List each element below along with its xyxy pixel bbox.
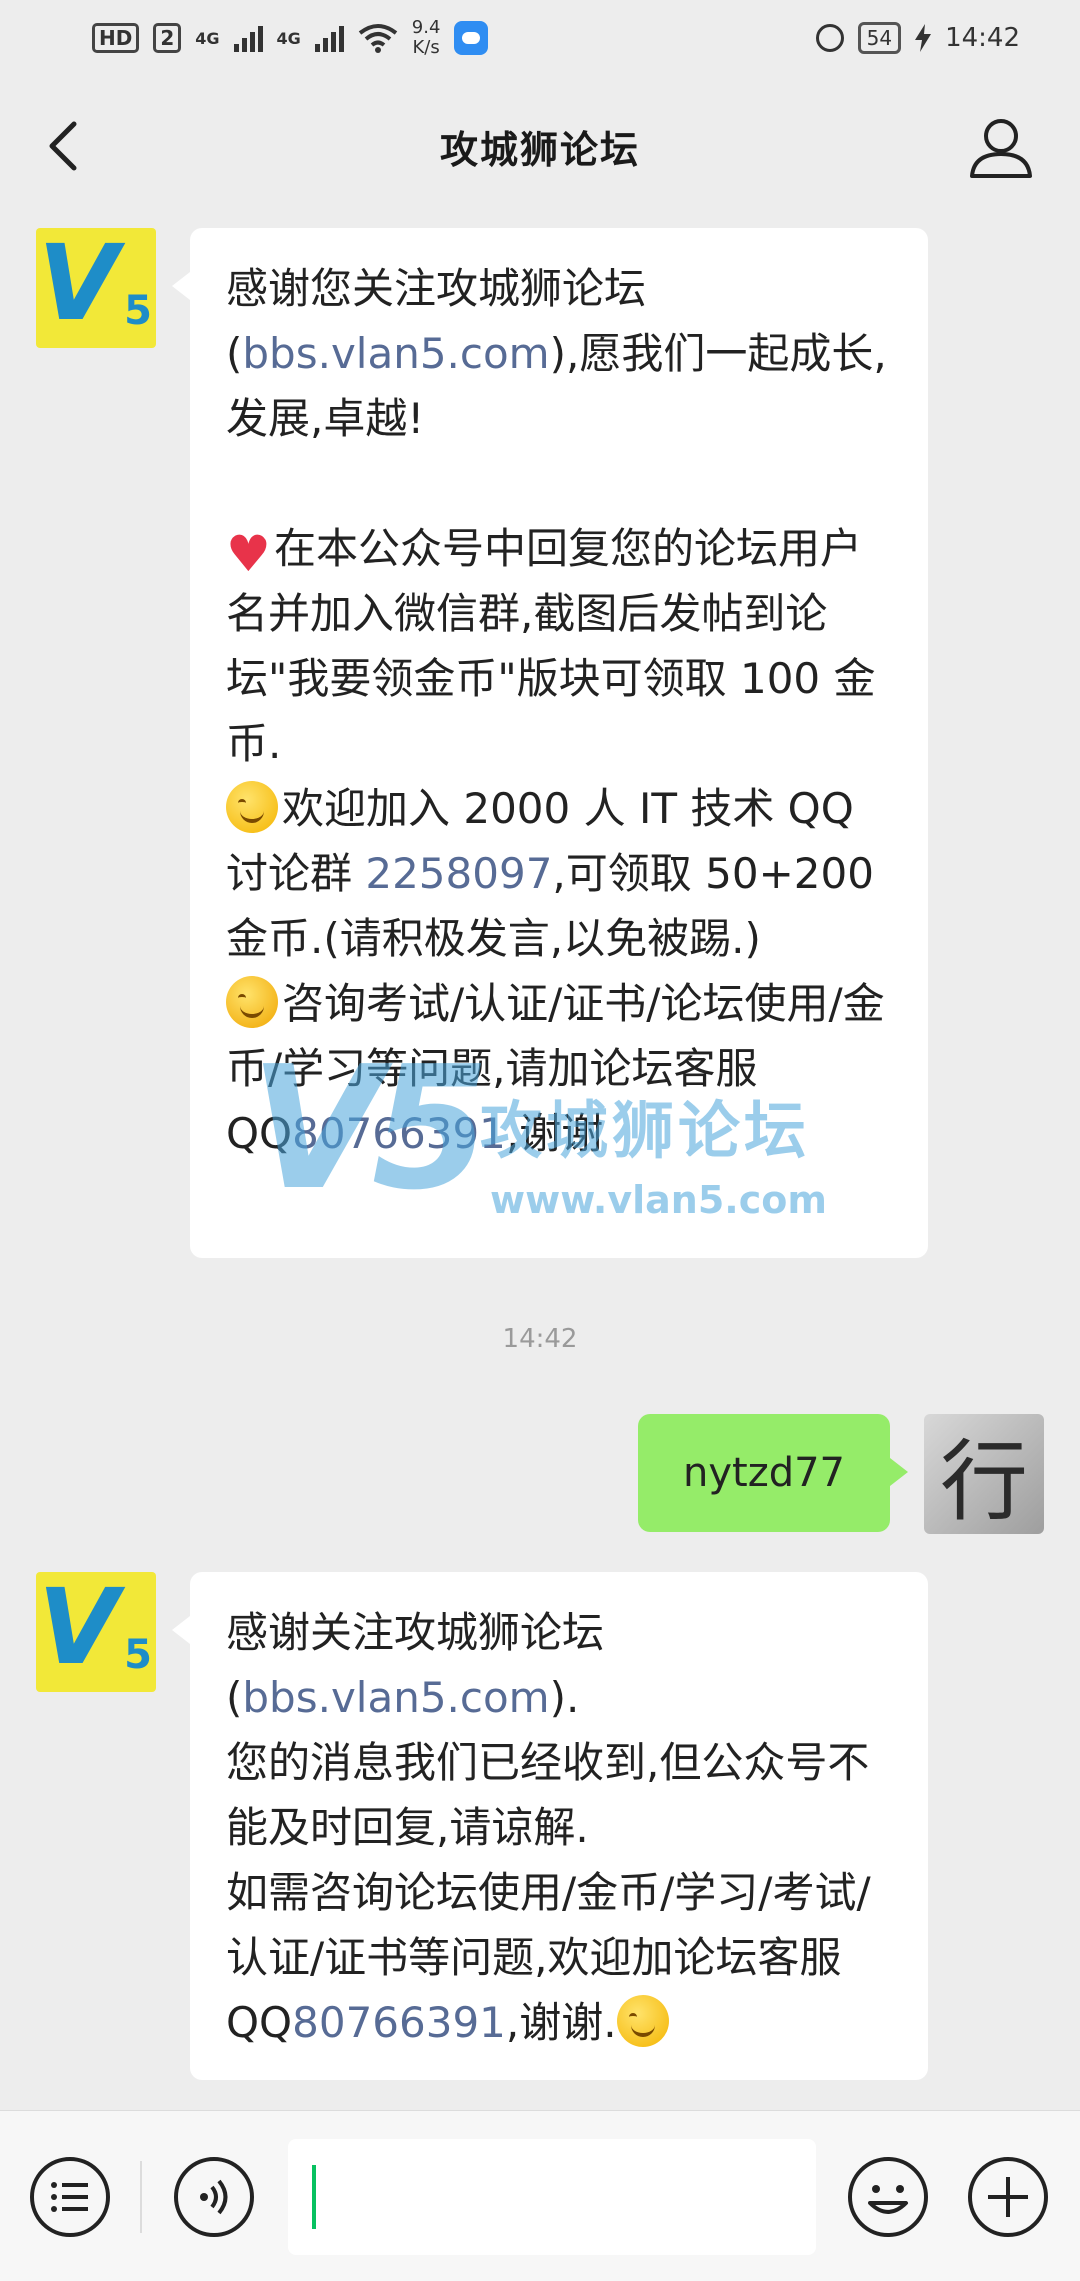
- chevron-left-icon[interactable]: [36, 116, 96, 176]
- message-bubble-incoming[interactable]: 感谢关注攻城狮论坛(bbs.vlan5.com). 您的消息我们已经收到,但公众…: [172, 1572, 928, 2080]
- weather-app-icon: [454, 21, 489, 55]
- wifi-icon: [358, 24, 398, 53]
- avatar-logo-5: 5: [124, 288, 152, 334]
- chat-header: 攻城狮论坛: [0, 76, 1080, 216]
- message-input[interactable]: [288, 2139, 816, 2255]
- plus-icon[interactable]: [966, 2155, 1050, 2239]
- wink-emoji-icon: [226, 976, 278, 1028]
- message-paragraph: 如需咨询论坛使用/金币/学习/考试/认证/证书等问题,欢迎加论坛客服 QQ807…: [226, 1860, 892, 2055]
- qq-service-link[interactable]: 80766391: [292, 1109, 506, 1158]
- forum-link[interactable]: bbs.vlan5.com: [242, 329, 549, 378]
- avatar-logo-v: V: [38, 1572, 118, 1688]
- message-timestamp: 14:42: [502, 1324, 578, 1354]
- network-type-2: 4G: [276, 28, 301, 48]
- qq-group-link[interactable]: 2258097: [365, 849, 552, 898]
- message-paragraph: ♥在本公众号中回复您的论坛用户名并加入微信群,截图后发帖到论坛"我要领金币"版块…: [226, 516, 892, 776]
- menu-list-icon[interactable]: [28, 2155, 112, 2239]
- my-avatar[interactable]: 行: [924, 1414, 1044, 1534]
- avatar-logo-5: 5: [124, 1632, 152, 1678]
- message-paragraph: 咨询考试/认证/证书/论坛使用/金币/学习等问题,请加论坛客服 QQ807663…: [226, 971, 892, 1166]
- forum-link[interactable]: bbs.vlan5.com: [242, 1673, 549, 1722]
- speed-value: 9.4: [411, 17, 441, 38]
- status-left: HD 2 4G 4G 9.4 K/s: [92, 18, 489, 58]
- sim-slot-badge: 2: [153, 23, 182, 53]
- smile-emoji-icon: [226, 781, 278, 833]
- speed-unit: K/s: [412, 37, 440, 58]
- signal-2-icon: [314, 24, 344, 52]
- battery-level: 54: [857, 22, 902, 54]
- heart-icon: ♥: [226, 525, 271, 583]
- avatar-character: 行: [939, 1429, 1028, 1533]
- user-icon[interactable]: [966, 112, 1036, 182]
- message-paragraph: 您的消息我们已经收到,但公众号不能及时回复,请谅解.: [226, 1738, 870, 1852]
- message-text: ,谢谢: [505, 1109, 604, 1158]
- voice-icon[interactable]: [172, 2155, 256, 2239]
- qq-service-link[interactable]: 80766391: [292, 1998, 506, 2047]
- hd-badge: HD: [92, 23, 140, 53]
- official-avatar[interactable]: V 5: [36, 1572, 156, 1692]
- chat-title: 攻城狮论坛: [439, 127, 640, 172]
- status-time: 14:42: [945, 23, 1020, 53]
- network-speed: 9.4 K/s: [412, 18, 441, 58]
- avatar-logo-v: V: [38, 228, 118, 344]
- charging-icon: [915, 24, 932, 52]
- message-bubble-outgoing[interactable]: nytzd77: [638, 1414, 908, 1532]
- signal-1-icon: [233, 24, 263, 52]
- message-text: nytzd77: [683, 1450, 845, 1496]
- message-text: ,谢谢.: [505, 1998, 617, 2047]
- message-paragraph: 感谢您关注攻城狮论坛(bbs.vlan5.com),愿我们一起成长,发展,卓越!: [226, 256, 892, 451]
- message-paragraph: 欢迎加入 2000 人 IT 技术 QQ 讨论群 2258097,可领取 50+…: [226, 776, 892, 971]
- message-text: ).: [549, 1673, 580, 1722]
- message-paragraph: 感谢关注攻城狮论坛(bbs.vlan5.com).: [226, 1600, 892, 1730]
- message-text: 在本公众号中回复您的论坛用户名并加入微信群,截图后发帖到论坛"我要领金币"版块可…: [226, 524, 876, 768]
- network-type-1: 4G: [195, 28, 220, 48]
- official-avatar[interactable]: V 5: [36, 228, 156, 348]
- smile-emoji-icon: [616, 1995, 669, 2047]
- message-bubble-incoming[interactable]: 感谢您关注攻城狮论坛(bbs.vlan5.com),愿我们一起成长,发展,卓越!…: [172, 228, 928, 1258]
- text-caret: [312, 2165, 316, 2229]
- status-right: 54 14:42: [815, 22, 1020, 54]
- status-bar: HD 2 4G 4G 9.4 K/s 54 14:42: [0, 0, 1080, 76]
- emoji-icon[interactable]: [846, 2155, 930, 2239]
- input-toolbar: [0, 2110, 1080, 2281]
- alarm-icon: [815, 24, 844, 52]
- toolbar-divider: [140, 2161, 142, 2233]
